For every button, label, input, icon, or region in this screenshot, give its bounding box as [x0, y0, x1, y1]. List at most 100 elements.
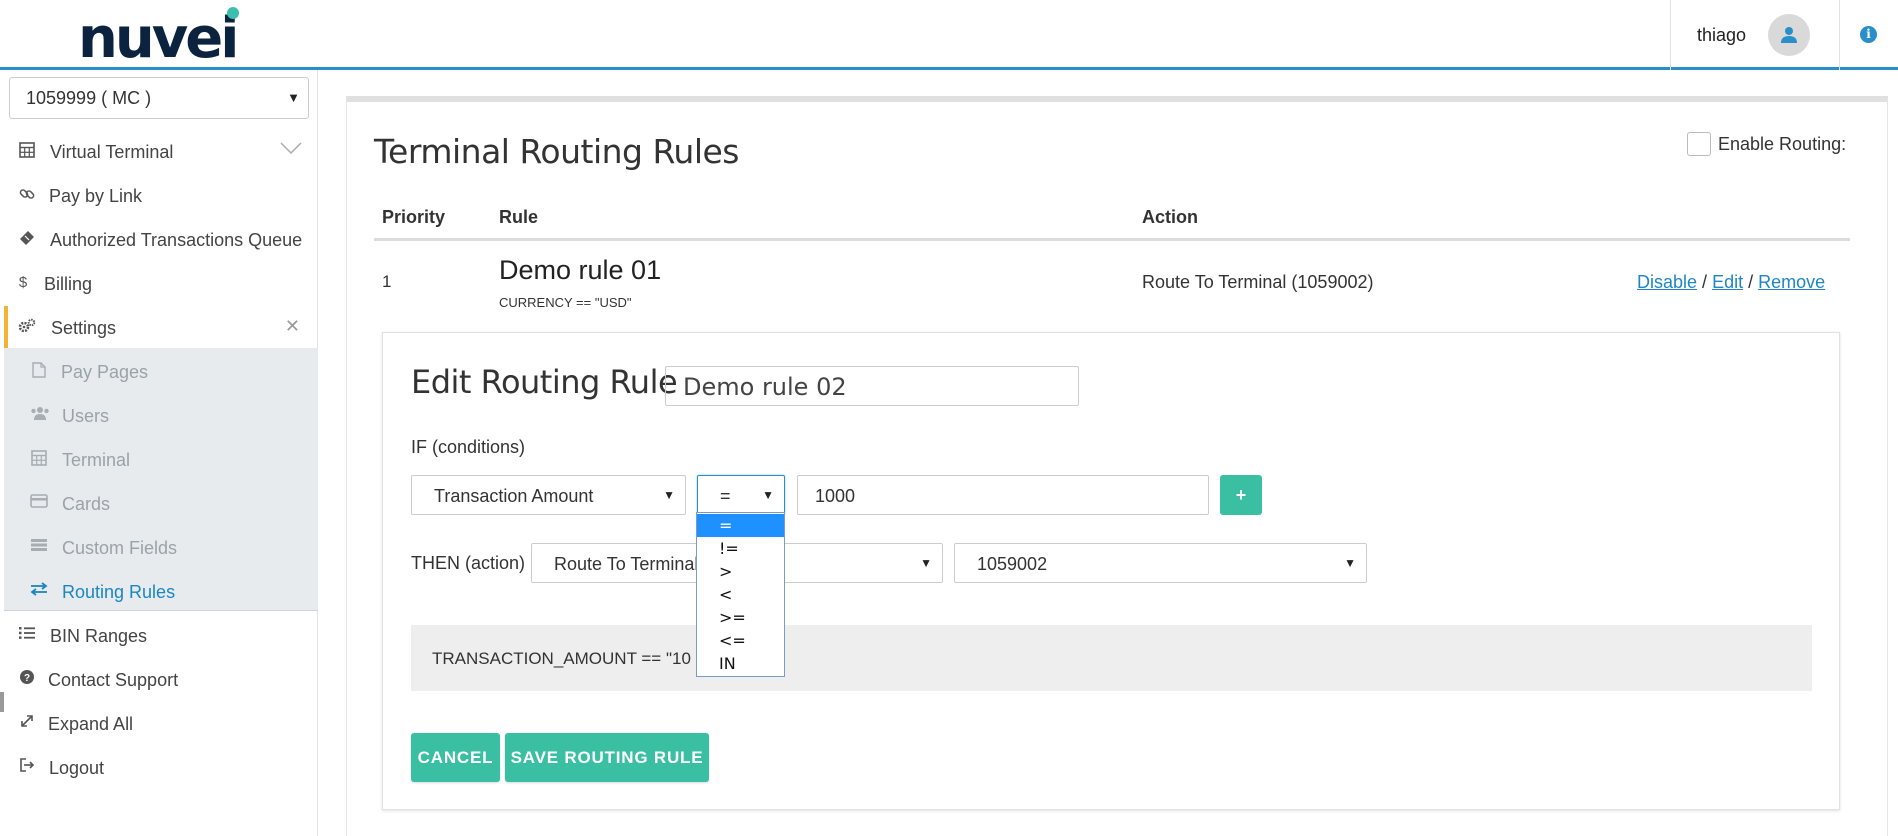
if-conditions-label: IF (conditions): [411, 437, 526, 457]
rule-action: Route To Terminal (1059002): [1142, 272, 1374, 292]
operator-select[interactable]: = ▼: [697, 475, 785, 515]
link-icon: [18, 186, 36, 204]
sidebar-item-billing[interactable]: $ Billing: [4, 262, 318, 306]
rule-preview-text: TRANSACTION_AMOUNT == "10: [432, 649, 691, 668]
sidebar: 1059999 ( MC ) ▼ Virtual Terminal Pay by…: [0, 70, 318, 836]
rule-name: Demo rule 01: [499, 255, 662, 285]
cancel-button[interactable]: CANCEL: [411, 733, 500, 782]
sidebar-item-routing-rules[interactable]: Routing Rules: [4, 570, 318, 614]
operator-option[interactable]: >: [697, 560, 784, 583]
caret-down-icon: ▼: [287, 90, 300, 105]
calculator-icon: [30, 450, 48, 468]
sidebar-item-label: Contact Support: [48, 670, 179, 690]
sidebar-item-label: Expand All: [48, 714, 134, 734]
ticket-icon: [18, 230, 36, 248]
operator-option[interactable]: IN: [697, 652, 784, 675]
avatar[interactable]: [1768, 14, 1810, 56]
sidebar-item-label: BIN Ranges: [50, 626, 148, 646]
then-action-label: THEN (action): [411, 553, 526, 573]
rule-condition: CURRENCY == "USD": [499, 295, 632, 310]
sidebar-item-custom-fields[interactable]: Custom Fields: [4, 526, 318, 570]
caret-down-icon: ▼: [663, 488, 675, 502]
disable-link[interactable]: Disable: [1637, 272, 1697, 292]
operator-dropdown-list: = != > < >= <= IN: [696, 512, 785, 677]
condition-value-input[interactable]: 1000: [797, 475, 1209, 515]
rule-actions: Disable / Edit / Remove: [1637, 272, 1825, 293]
user-name: thiago: [1697, 25, 1747, 45]
sidebar-subitem-label: Terminal: [62, 450, 131, 470]
close-icon[interactable]: ✕: [285, 316, 300, 337]
table-header-divider: [374, 238, 1850, 241]
remove-link[interactable]: Remove: [1758, 272, 1825, 292]
sidebar-item-settings[interactable]: Settings ✕: [4, 306, 318, 350]
question-icon: ?: [18, 670, 36, 688]
action-value: Route To Terminal: [554, 554, 699, 574]
rule-priority: 1: [382, 272, 392, 291]
operator-option[interactable]: <: [697, 583, 784, 606]
calculator-icon: [18, 142, 36, 160]
condition-field-value: Transaction Amount: [434, 486, 594, 506]
column-header-priority: Priority: [382, 207, 446, 227]
settings-submenu: Pay Pages Users Terminal Cards Custom Fi…: [4, 348, 318, 611]
enable-routing-checkbox[interactable]: [1687, 132, 1711, 156]
column-header-rule: Rule: [499, 207, 539, 227]
info-icon[interactable]: i: [1860, 26, 1877, 43]
sidebar-item-expand-all[interactable]: Expand All: [4, 702, 318, 746]
operator-value: =: [720, 486, 731, 506]
chevron-down-icon[interactable]: [280, 141, 302, 155]
sidebar-item-logout[interactable]: Logout: [4, 746, 318, 790]
terminal-select[interactable]: 1059002 ▼: [954, 543, 1367, 583]
sidebar-subitem-label: Users: [62, 406, 110, 426]
operator-option[interactable]: >=: [697, 606, 784, 629]
sidebar-item-label: Authorized Transactions Queue: [50, 230, 303, 250]
exchange-icon: [30, 582, 48, 600]
caret-down-icon: ▼: [920, 556, 932, 570]
link-separator: /: [1702, 272, 1708, 292]
logout-icon: [18, 758, 36, 776]
operator-option[interactable]: !=: [697, 537, 784, 560]
sidebar-item-label: Billing: [44, 274, 93, 294]
caret-down-icon: ▼: [762, 488, 774, 502]
operator-option[interactable]: =: [697, 514, 784, 537]
user-icon: [1781, 27, 1797, 43]
sidebar-subitem-label: Pay Pages: [61, 362, 149, 382]
sidebar-item-label: Virtual Terminal: [50, 142, 174, 162]
link-separator: /: [1748, 272, 1754, 292]
sidebar-item-label: Logout: [49, 758, 105, 778]
sidebar-subitem-label: Cards: [62, 494, 111, 514]
sidebar-item-users[interactable]: Users: [4, 394, 318, 438]
credit-card-icon: [30, 494, 48, 512]
user-menu[interactable]: thiago: [1670, 0, 1840, 70]
sidebar-item-virtual-terminal[interactable]: Virtual Terminal: [4, 130, 318, 174]
fields-icon: [30, 538, 48, 556]
dollar-icon: $: [18, 274, 28, 291]
edit-link[interactable]: Edit: [1712, 272, 1743, 292]
page-title: Terminal Routing Rules: [374, 132, 740, 171]
rule-name-input[interactable]: Demo rule 02: [665, 366, 1079, 406]
sidebar-item-bin-ranges[interactable]: BIN Ranges: [4, 614, 318, 658]
svg-text:?: ?: [24, 673, 30, 684]
gears-icon: [18, 318, 36, 336]
sidebar-subitem-label: Routing Rules: [62, 582, 176, 602]
sidebar-item-terminal[interactable]: Terminal: [4, 438, 318, 482]
sidebar-item-contact-support[interactable]: ? Contact Support: [4, 658, 318, 702]
sidebar-item-pay-pages[interactable]: Pay Pages: [4, 350, 318, 394]
save-routing-rule-button[interactable]: SAVE ROUTING RULE: [505, 733, 709, 782]
sidebar-item-pay-by-link[interactable]: Pay by Link: [4, 174, 318, 218]
top-bar: nuvei thiago i: [0, 0, 1898, 70]
add-condition-button[interactable]: +: [1220, 475, 1262, 515]
sidebar-subitem-label: Custom Fields: [62, 538, 178, 558]
sidebar-item-authorized-transactions-queue[interactable]: Authorized Transactions Queue: [4, 218, 318, 262]
edit-rule-title: Edit Routing Rule: [411, 363, 678, 401]
file-icon: [30, 362, 48, 380]
users-icon: [30, 406, 49, 424]
sidebar-item-label: Settings: [51, 318, 117, 338]
terminal-value: 1059002: [977, 554, 1048, 574]
operator-option[interactable]: <=: [697, 629, 784, 652]
merchant-select[interactable]: 1059999 ( MC ) ▼: [9, 77, 309, 119]
nuvei-logo[interactable]: nuvei: [78, 11, 239, 67]
sidebar-item-cards[interactable]: Cards: [4, 482, 318, 526]
condition-field-select[interactable]: Transaction Amount ▼: [411, 475, 686, 515]
enable-routing-label: Enable Routing:: [1718, 134, 1847, 154]
logo-dot: [227, 7, 239, 19]
